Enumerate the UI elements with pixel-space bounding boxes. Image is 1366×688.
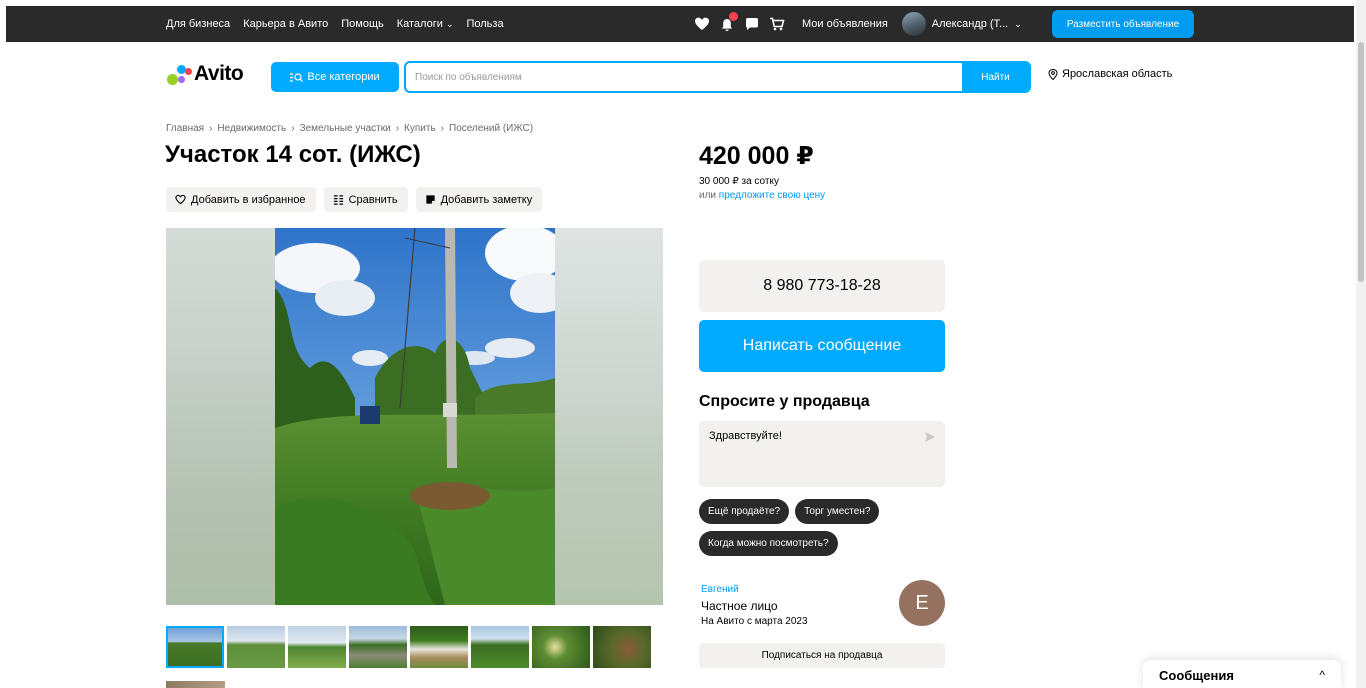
breadcrumb-separator: › — [440, 123, 444, 134]
compare-button[interactable]: Сравнить — [323, 187, 408, 212]
seller-avatar[interactable]: Е — [899, 580, 945, 626]
breadcrumb: Главная › Недвижимость › Земельные участ… — [166, 123, 533, 134]
breadcrumb-land[interactable]: Земельные участки — [300, 123, 391, 134]
chevron-down-icon: ⌄ — [445, 19, 454, 29]
photo-gallery[interactable] — [166, 228, 663, 605]
chevron-down-icon[interactable]: ⌄ — [1014, 19, 1022, 30]
user-name[interactable]: Александр (Т... — [932, 18, 1008, 30]
quick-question-chip[interactable]: Торг уместен? — [795, 499, 880, 524]
nav-help[interactable]: Помощь — [341, 18, 384, 30]
messages-widget-title: Сообщения — [1159, 668, 1234, 683]
offer-price-link[interactable]: предложите свою цену — [719, 190, 825, 201]
thumbnail[interactable] — [227, 626, 285, 668]
gallery-blur-right — [555, 228, 663, 605]
ask-seller-title: Спросите у продавца — [699, 393, 870, 410]
search-input[interactable] — [406, 63, 962, 91]
nav-catalogs-label: Каталоги — [396, 18, 443, 30]
breadcrumb-izhs[interactable]: Поселений (ИЖС) — [449, 123, 533, 134]
region-selector[interactable]: Ярославская область — [1048, 68, 1172, 80]
add-favorite-button[interactable]: Добавить в избранное — [166, 187, 316, 212]
thumbnail[interactable] — [532, 626, 590, 668]
compare-label: Сравнить — [348, 193, 398, 206]
nav-business[interactable]: Для бизнеса — [166, 18, 230, 30]
thumbnail[interactable] — [166, 626, 224, 668]
note-icon — [425, 195, 435, 204]
heart-outline-icon — [175, 194, 186, 205]
seller-type: Частное лицо — [701, 599, 778, 613]
top-right: Мои объявления Александр (Т... ⌄ — [694, 6, 1022, 42]
breadcrumb-separator: › — [291, 123, 295, 134]
chat-icon[interactable] — [744, 16, 760, 32]
thumbnail[interactable] — [410, 626, 468, 668]
thumbnail[interactable] — [288, 626, 346, 668]
all-categories-label: Все категории — [307, 71, 380, 83]
breadcrumb-buy[interactable]: Купить — [404, 123, 436, 134]
bell-icon[interactable] — [719, 12, 738, 32]
logo-dots-icon — [166, 63, 192, 85]
location-pin-icon — [1048, 68, 1058, 80]
cart-icon[interactable] — [769, 16, 785, 32]
nav-career[interactable]: Карьера в Авито — [243, 18, 328, 30]
heart-icon[interactable] — [694, 16, 710, 32]
add-note-label: Добавить заметку — [440, 193, 533, 206]
search-button[interactable]: Найти — [962, 63, 1029, 91]
chevron-up-icon[interactable]: ^ — [1319, 668, 1325, 682]
breadcrumb-home[interactable]: Главная — [166, 123, 204, 134]
compare-icon — [333, 195, 343, 205]
add-favorite-label: Добавить в избранное — [191, 193, 306, 206]
top-nav: Для бизнеса Карьера в Авито Помощь Катал… — [166, 6, 504, 42]
thumbnail[interactable] — [471, 626, 529, 668]
write-message-button[interactable]: Написать сообщение — [699, 320, 945, 372]
region-label: Ярославская область — [1062, 68, 1173, 80]
nav-benefit[interactable]: Польза — [466, 18, 503, 30]
add-note-button[interactable]: Добавить заметку — [415, 187, 543, 212]
send-icon[interactable] — [924, 431, 936, 443]
user-avatar[interactable] — [901, 12, 926, 36]
subscribe-seller-button[interactable]: Подписаться на продавца — [699, 643, 945, 668]
post-ad-button[interactable]: Разместить объявление — [1052, 10, 1194, 38]
gallery-blur-left — [166, 228, 275, 605]
nav-catalogs[interactable]: Каталоги ⌄ — [397, 18, 454, 30]
main-photo[interactable] — [275, 228, 555, 605]
seller-since: На Авито с марта 2023 — [701, 616, 808, 627]
ask-seller-text: Здравствуйте! — [709, 430, 782, 442]
seller-name[interactable]: Евгений — [701, 584, 739, 595]
quick-questions: Ещё продаёте? Торг уместен? Когда можно … — [699, 499, 949, 556]
my-ads-link[interactable]: Мои объявления — [802, 18, 888, 30]
page-scrollbar[interactable] — [1356, 0, 1366, 688]
quick-question-chip[interactable]: Ещё продаёте? — [699, 499, 790, 524]
show-phone-button[interactable]: 8 980 773-18-28 — [699, 260, 945, 312]
quick-question-chip[interactable]: Когда можно посмотреть? — [699, 531, 838, 556]
all-categories-button[interactable]: Все категории — [271, 62, 399, 92]
ask-seller-input[interactable]: Здравствуйте! — [699, 421, 945, 487]
logo-text: Avito — [194, 62, 244, 85]
breadcrumb-separator: › — [209, 123, 213, 134]
search-bar: Найти — [404, 61, 1031, 93]
categories-search-icon — [290, 72, 304, 82]
messages-widget[interactable]: Сообщения ^ — [1143, 660, 1341, 688]
thumbnail-strip — [166, 626, 651, 668]
price: 420 000 ₽ — [699, 142, 814, 170]
scrollbar-thumb[interactable] — [1358, 42, 1364, 282]
price-per-unit: 30 000 ₽ за сотку — [699, 176, 779, 187]
thumbnail[interactable] — [166, 681, 225, 688]
page-title: Участок 14 сот. (ИЖС) — [165, 141, 421, 168]
thumbnail[interactable] — [349, 626, 407, 668]
listing-actions: Добавить в избранное Сравнить Добавить з… — [166, 187, 543, 212]
avito-logo[interactable]: Avito — [166, 62, 244, 86]
breadcrumb-separator: › — [395, 123, 400, 134]
breadcrumb-realty[interactable]: Недвижимость — [217, 123, 286, 134]
thumbnail[interactable] — [593, 626, 651, 668]
offer-prefix: или — [699, 190, 719, 201]
notification-badge — [729, 12, 738, 21]
offer-price-line: или предложите свою цену — [699, 190, 825, 201]
